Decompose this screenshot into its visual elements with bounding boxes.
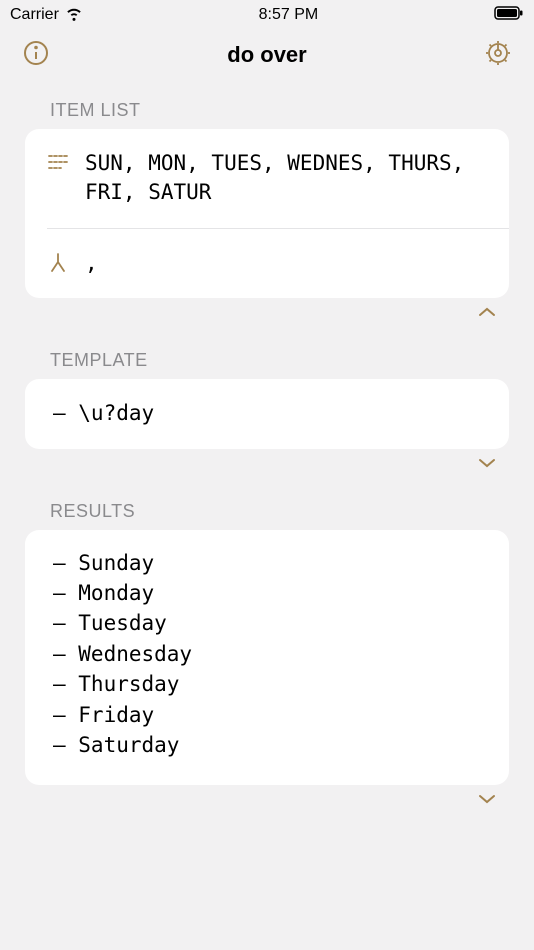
- result-item: – Friday: [53, 700, 481, 730]
- result-item: – Saturday: [53, 730, 481, 760]
- template-chevron[interactable]: [0, 449, 534, 469]
- item-list-chevron[interactable]: [0, 298, 534, 318]
- status-bar: Carrier 8:57 PM: [0, 0, 534, 30]
- nav-bar: do over: [0, 30, 534, 80]
- section-header-results: RESULTS: [0, 469, 534, 530]
- result-item: – Wednesday: [53, 639, 481, 669]
- info-icon[interactable]: [22, 39, 50, 72]
- results-card: – Sunday – Monday – Tuesday – Wednesday …: [25, 530, 509, 785]
- split-icon: [47, 249, 69, 278]
- delimiter-row[interactable]: ,: [47, 228, 509, 298]
- result-item: – Tuesday: [53, 608, 481, 638]
- result-item: – Thursday: [53, 669, 481, 699]
- template-text: – \u?day: [47, 399, 154, 428]
- section-header-item-list: ITEM LIST: [0, 80, 534, 129]
- delimiter-text: ,: [85, 249, 98, 278]
- items-text: SUN, MON, TUES, WEDNES, THURS, FRI, SATU…: [85, 149, 487, 208]
- results-chevron[interactable]: [0, 785, 534, 805]
- template-row[interactable]: – \u?day: [25, 379, 509, 448]
- list-icon: [47, 149, 69, 178]
- result-item: – Monday: [53, 578, 481, 608]
- results-list: – Sunday – Monday – Tuesday – Wednesday …: [25, 530, 509, 785]
- result-item: – Sunday: [53, 548, 481, 578]
- items-row[interactable]: SUN, MON, TUES, WEDNES, THURS, FRI, SATU…: [25, 129, 509, 228]
- clock: 8:57 PM: [259, 6, 319, 24]
- carrier-label: Carrier: [10, 6, 59, 24]
- section-header-template: TEMPLATE: [0, 318, 534, 379]
- template-card: – \u?day: [25, 379, 509, 448]
- page-title: do over: [227, 42, 306, 68]
- gear-icon[interactable]: [484, 39, 512, 72]
- battery-icon: [494, 6, 524, 25]
- wifi-icon: [65, 4, 83, 27]
- item-list-card: SUN, MON, TUES, WEDNES, THURS, FRI, SATU…: [25, 129, 509, 298]
